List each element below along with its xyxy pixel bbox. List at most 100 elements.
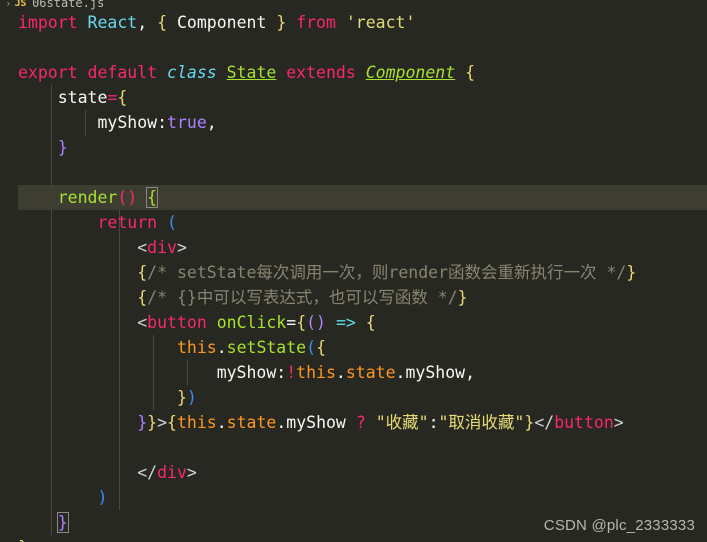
- code-line[interactable]: }: [0, 535, 707, 542]
- token-value-true: true: [167, 113, 207, 132]
- token-brace-close: }: [176, 388, 187, 407]
- code-content[interactable]: import React, { Component } from 'react'…: [0, 10, 707, 542]
- token-key-myshow: myShow: [216, 363, 277, 382]
- code-line[interactable]: }: [0, 135, 707, 160]
- token-prop-myshow: myShow: [405, 363, 466, 382]
- token-closing-tag-div: div: [157, 463, 187, 482]
- token-attr-onclick: onClick: [216, 313, 287, 332]
- token-brace-close: }: [57, 138, 68, 157]
- token-state: state: [345, 363, 396, 382]
- token-closing-tag-button: button: [554, 413, 614, 432]
- token-paren-close: ): [186, 388, 197, 407]
- token-prop-myshow: myShow: [286, 413, 346, 432]
- token-state: state: [226, 413, 277, 432]
- token-this: this: [176, 413, 217, 432]
- token-comment-text: /* {}中可以写表达式，也可以写函数 */: [147, 288, 458, 307]
- code-line[interactable]: this.setState({: [0, 335, 707, 360]
- code-line[interactable]: myShow:true,: [0, 110, 707, 135]
- code-line[interactable]: import React, { Component } from 'react': [0, 10, 707, 35]
- token-jsx-brace: {: [137, 288, 148, 307]
- code-line-comment[interactable]: {/* setState每次调用一次，则render函数会重新执行一次 */}: [0, 260, 707, 285]
- token-dot2: .: [276, 413, 287, 432]
- code-editor: › JS 06state.js import React, { Componen…: [0, 0, 707, 542]
- code-line[interactable]: <button onClick={() => {: [0, 310, 707, 335]
- token-superclass: Component: [365, 63, 456, 82]
- token-equals: =: [286, 313, 297, 332]
- token-keyword-from: from: [296, 13, 336, 32]
- token-brace-close: }: [137, 413, 148, 432]
- token-dot: .: [216, 413, 227, 432]
- watermark: CSDN @plc_2333333: [543, 517, 695, 534]
- token-tag-div: div: [147, 238, 177, 257]
- token-comment-text: /* setState每次调用一次，则render函数会重新执行一次 */: [147, 263, 627, 282]
- token-parens: (): [117, 188, 138, 207]
- code-line[interactable]: state={: [0, 85, 707, 110]
- breadcrumb-separator: ›: [5, 0, 12, 10]
- token-brace: {: [465, 63, 476, 82]
- token-comma: ,: [465, 363, 476, 382]
- token-react: React: [87, 13, 138, 32]
- token-angle-open: <: [137, 238, 148, 257]
- token-brace-match: {: [146, 187, 159, 208]
- token-angle-close: >: [157, 413, 168, 432]
- token-angle-open-close: </: [534, 413, 555, 432]
- code-line[interactable]: return (: [0, 210, 707, 235]
- token-this: this: [296, 363, 336, 382]
- token-paren-open: (: [167, 213, 177, 232]
- code-line-active[interactable]: render() {: [0, 185, 707, 210]
- code-line[interactable]: <div>: [0, 235, 707, 260]
- token-jsx-brace-close: }: [626, 263, 637, 282]
- token-arrow: =>: [335, 313, 356, 332]
- code-line-empty[interactable]: [0, 35, 707, 60]
- token-brace-open: {: [167, 413, 177, 432]
- token-this: this: [176, 338, 217, 357]
- token-keyword-default: default: [87, 63, 158, 82]
- token-comma: ,: [206, 113, 217, 132]
- token-angle-open: <: [137, 313, 148, 332]
- token-method-render: render: [57, 188, 118, 207]
- code-line[interactable]: </div>: [0, 460, 707, 485]
- token-brace-close-final: }: [18, 538, 28, 542]
- token-keyword-return: return: [97, 213, 158, 232]
- code-line[interactable]: ): [0, 485, 707, 510]
- code-line[interactable]: myShow:!this.state.myShow,: [0, 360, 707, 385]
- token-string-false: "取消收藏": [438, 413, 525, 432]
- token-not: !: [286, 363, 297, 382]
- breadcrumb-filename: 06state.js: [32, 0, 105, 10]
- token-tag-button: button: [147, 313, 207, 332]
- token-method-setstate: setState: [226, 338, 307, 357]
- token-jsx-brace-close: }: [457, 288, 468, 307]
- token-brace-close2: }: [147, 413, 158, 432]
- token-brace-open2: {: [365, 313, 376, 332]
- token-brace-open: {: [316, 338, 326, 357]
- token-ternary-colon: :: [428, 413, 439, 432]
- token-string-true: "收藏": [375, 413, 429, 432]
- token-comma: ,: [137, 13, 148, 32]
- token-state-prop: state: [57, 88, 108, 107]
- token-angle-open-close: </: [137, 463, 158, 482]
- token-dot2: .: [395, 363, 406, 382]
- token-parens: (): [306, 313, 326, 332]
- token-dot: .: [335, 363, 346, 382]
- token-angle-end: >: [186, 463, 197, 482]
- editor-gutter: [0, 0, 18, 542]
- code-line[interactable]: export default class State extends Compo…: [0, 60, 707, 85]
- code-line[interactable]: }): [0, 385, 707, 410]
- token-component: Component: [176, 13, 267, 32]
- token-brace: {: [117, 88, 128, 107]
- token-colon: :: [276, 363, 287, 382]
- code-line-empty[interactable]: [0, 160, 707, 185]
- code-line[interactable]: }}>{this.state.myShow ? "收藏":"取消收藏"}</bu…: [0, 410, 707, 435]
- token-angle-close: >: [176, 238, 187, 257]
- token-brace-match-close: }: [56, 512, 69, 533]
- token-brace-open: {: [157, 13, 168, 32]
- token-angle-end: >: [613, 413, 624, 432]
- code-line-empty[interactable]: [0, 435, 707, 460]
- token-keyword-class: class: [167, 63, 217, 82]
- token-brace-close3: }: [524, 413, 535, 432]
- code-line-comment[interactable]: {/* {}中可以写表达式，也可以写函数 */}: [0, 285, 707, 310]
- token-key-myshow: myShow: [97, 113, 158, 132]
- breadcrumb[interactable]: › JS 06state.js: [0, 0, 707, 10]
- token-brace-open: {: [296, 313, 307, 332]
- token-jsx-brace: {: [137, 263, 148, 282]
